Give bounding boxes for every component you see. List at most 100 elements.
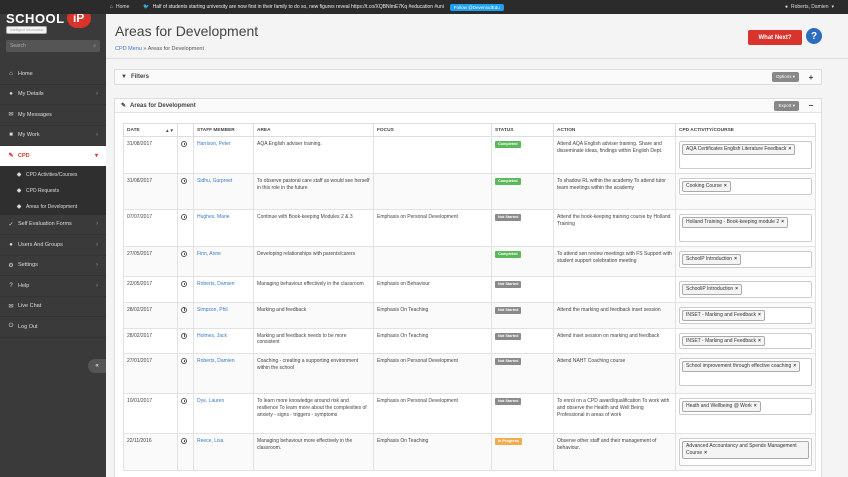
collapse-icon[interactable]: − bbox=[803, 101, 819, 110]
course-select[interactable]: Heath and Wellbeing @ Work × bbox=[679, 398, 812, 415]
course-select[interactable]: Cooking Course × bbox=[679, 178, 812, 195]
course-tag[interactable]: School improvement through effective coa… bbox=[682, 361, 801, 372]
remove-tag-icon[interactable]: × bbox=[724, 183, 727, 189]
table-row[interactable]: 28/02/2017 Holmes, Jack Marking and feedba… bbox=[123, 327, 816, 355]
clock-icon[interactable] bbox=[181, 332, 187, 339]
nav-my-details[interactable]: ● My Details › bbox=[0, 85, 106, 105]
cell-staff-link[interactable]: Roberts, Damien bbox=[193, 276, 254, 303]
nav-my-work[interactable]: ■ My Work › bbox=[0, 126, 106, 146]
what-next-button[interactable]: What Next? bbox=[748, 30, 802, 45]
remove-tag-icon[interactable]: × bbox=[754, 403, 757, 409]
clock-icon[interactable] bbox=[181, 281, 187, 287]
twitter-follow-button[interactable]: Follow @DeveniodEdu bbox=[449, 3, 504, 11]
course-select[interactable]: Advanced Accountancy and Spends Manageme… bbox=[679, 438, 812, 467]
course-select[interactable]: INSET - Marking and Feedback × bbox=[679, 332, 812, 350]
clock-icon[interactable] bbox=[181, 214, 187, 220]
clock-icon[interactable] bbox=[181, 141, 187, 147]
course-tag[interactable]: Advanced Accountancy and Spends Manageme… bbox=[682, 441, 809, 459]
cell-clock[interactable] bbox=[177, 209, 194, 247]
clock-icon[interactable] bbox=[181, 306, 187, 313]
clock-icon[interactable] bbox=[181, 251, 187, 257]
search-input[interactable]: Search ⌕ bbox=[6, 40, 100, 52]
nav-cpd[interactable]: ✎ CPD ▾ bbox=[0, 146, 106, 167]
cell-staff-link[interactable]: Hughes, Marie bbox=[193, 209, 254, 247]
clock-icon[interactable] bbox=[181, 358, 187, 365]
cell-staff-link[interactable]: Roberts, Damien bbox=[193, 353, 254, 395]
cell-clock[interactable] bbox=[177, 246, 194, 277]
course-tag[interactable]: Cooking Course × bbox=[682, 181, 731, 192]
collapse-sidebar-button[interactable]: « bbox=[88, 359, 106, 373]
cell-staff-link[interactable]: Reece, Lisa bbox=[193, 433, 254, 472]
sub-cpd-activities[interactable]: ◆ CPD Activities/Courses bbox=[0, 167, 106, 183]
course-select[interactable]: SchooliP Introduction × bbox=[679, 281, 812, 298]
cell-clock[interactable] bbox=[177, 276, 194, 303]
nav-settings[interactable]: ⚙ Settings › bbox=[0, 256, 106, 276]
help-icon[interactable]: ? bbox=[806, 28, 822, 44]
col-focus[interactable]: FOCUS bbox=[373, 123, 492, 137]
cell-clock[interactable] bbox=[177, 393, 194, 435]
export-button[interactable]: Export ▾ bbox=[774, 100, 799, 111]
nav-home[interactable]: ⌂ Home bbox=[0, 64, 106, 85]
table-row[interactable]: 28/02/2017 Simpson, Phil Marking and feedb… bbox=[123, 301, 816, 329]
col-course[interactable]: CPD ACTIVITY/COURSE bbox=[675, 123, 816, 137]
table-row[interactable]: 10/01/2017 Dye, Lauren To learn more knowl… bbox=[123, 393, 816, 435]
breadcrumb-cpd-menu[interactable]: CPD Menu bbox=[115, 46, 142, 52]
cell-staff-link[interactable]: Sidhu, Gurpreet bbox=[193, 173, 254, 210]
cell-staff-link[interactable]: Simpson, Phil bbox=[193, 301, 254, 329]
expand-icon[interactable]: + bbox=[803, 73, 819, 82]
table-row[interactable]: 31/08/2017 Sidhu, Gurpreet To observe past… bbox=[123, 173, 816, 210]
cell-clock[interactable] bbox=[177, 173, 194, 210]
cell-clock[interactable] bbox=[177, 327, 194, 355]
table-row[interactable]: 22/11/2016 Reece, Lisa Managing behaviour … bbox=[123, 433, 816, 472]
cell-clock[interactable] bbox=[177, 433, 194, 472]
clock-icon[interactable] bbox=[181, 438, 187, 445]
remove-tag-icon[interactable]: × bbox=[734, 256, 737, 262]
cell-clock[interactable] bbox=[177, 301, 194, 329]
course-select[interactable]: SchoolP Introduction × bbox=[679, 251, 812, 268]
course-tag[interactable]: AQA Certificates English Literature Feed… bbox=[682, 144, 796, 155]
options-button[interactable]: Options ▾ bbox=[771, 72, 799, 82]
col-status[interactable]: STATUS bbox=[491, 123, 554, 137]
remove-tag-icon[interactable]: × bbox=[735, 286, 738, 292]
table-row[interactable]: 22/05/2017 Roberts, Damien Managing behavi… bbox=[123, 276, 816, 303]
course-tag[interactable]: SchooliP Introduction × bbox=[682, 284, 743, 295]
table-row[interactable]: 27/01/2017 Roberts, Damien Coaching - crea… bbox=[123, 353, 816, 395]
clock-icon[interactable] bbox=[181, 398, 187, 405]
nav-users-groups[interactable]: ● Users And Groups › bbox=[0, 235, 106, 256]
course-select[interactable]: School improvement through effective coa… bbox=[679, 358, 812, 387]
course-tag[interactable]: INSET - Marking and Feedback × bbox=[682, 335, 765, 347]
nav-self-evaluation[interactable]: ✓ Self Evaluation Forms › bbox=[0, 215, 106, 235]
cell-staff-link[interactable]: Finn, Anne bbox=[193, 246, 254, 277]
course-select[interactable]: INSET - Marking and Feedback × bbox=[679, 306, 812, 324]
nav-help[interactable]: ? Help › bbox=[0, 276, 106, 297]
table-row[interactable]: 31/08/2017 Harrison, Peter AQA English adv… bbox=[123, 136, 816, 174]
remove-tag-icon[interactable]: × bbox=[788, 146, 791, 152]
twitter-ticker[interactable]: 🐦 Half of students starting university ar… bbox=[143, 4, 443, 10]
col-staff[interactable]: STAFF MEMBER bbox=[193, 123, 254, 137]
col-action[interactable]: ACTION bbox=[553, 123, 676, 137]
cell-clock[interactable] bbox=[177, 353, 194, 395]
table-row[interactable]: 07/07/2017 Hughes, Marie Continue with Boo… bbox=[123, 209, 816, 247]
remove-tag-icon[interactable]: × bbox=[758, 338, 761, 344]
nav-log-out[interactable]: ⏻ Log Out bbox=[0, 317, 106, 338]
nav-my-messages[interactable]: ✉ My Messages bbox=[0, 105, 106, 126]
clock-icon[interactable] bbox=[181, 178, 187, 184]
cell-staff-link[interactable]: Holmes, Jack bbox=[193, 327, 254, 355]
course-select[interactable]: AQA Certificates English Literature Feed… bbox=[679, 141, 812, 169]
sub-cpd-requests[interactable]: ◆ CPD Requests bbox=[0, 183, 106, 199]
remove-tag-icon[interactable]: × bbox=[793, 363, 796, 369]
remove-tag-icon[interactable]: × bbox=[704, 450, 707, 456]
user-menu[interactable]: ● Roberts, Damien ▾ bbox=[785, 4, 834, 10]
col-date[interactable]: DATE ▲▼ bbox=[123, 123, 178, 137]
table-row[interactable]: 27/05/2017 Finn, Anne Developing relations… bbox=[123, 246, 816, 277]
filters-header[interactable]: ▼ Filters Options ▾ + bbox=[115, 70, 821, 84]
sub-areas-for-development[interactable]: ◆ Areas for Development bbox=[0, 199, 106, 215]
course-select[interactable]: Holland Training - Book-keeping module 2… bbox=[679, 214, 812, 242]
cell-staff-link[interactable]: Dye, Lauren bbox=[193, 393, 254, 435]
course-tag[interactable]: Holland Training - Book-keeping module 2… bbox=[682, 217, 789, 228]
remove-tag-icon[interactable]: × bbox=[758, 312, 761, 318]
course-tag[interactable]: INSET - Marking and Feedback × bbox=[682, 309, 765, 321]
cell-clock[interactable] bbox=[177, 136, 194, 174]
nav-live-chat[interactable]: ✉ Live Chat bbox=[0, 297, 106, 317]
course-tag[interactable]: Heath and Wellbeing @ Work × bbox=[682, 401, 761, 412]
